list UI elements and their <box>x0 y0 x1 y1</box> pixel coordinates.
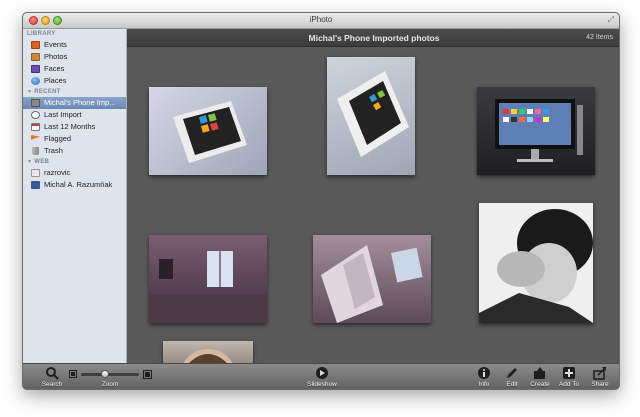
phone-import-icon <box>31 99 40 107</box>
iphoto-window: iPhoto ⤢ LIBRARY Events Photos Faces Pla… <box>22 12 620 390</box>
sidebar-item-label: Faces <box>44 64 65 73</box>
phone-box-image <box>337 71 409 157</box>
places-icon <box>31 77 40 85</box>
sidebar-item-faces[interactable]: Faces <box>23 63 126 75</box>
search-button[interactable]: Search <box>37 366 67 388</box>
play-icon <box>316 367 328 379</box>
sidebar-item-events[interactable]: Events <box>23 39 126 51</box>
album-title: Michal's Phone Imported photos <box>308 33 440 43</box>
sidebar-item-facebook[interactable]: Michal A. Razumňak <box>23 179 126 191</box>
sidebar-item-phone-import[interactable]: Michal's Phone Imp... <box>23 97 126 109</box>
calendar-icon <box>31 123 40 131</box>
search-label: Search <box>41 381 63 388</box>
disclosure-triangle-icon[interactable]: ▼ <box>27 157 32 167</box>
zoom-in-icon[interactable] <box>143 370 152 379</box>
trash-icon <box>32 147 39 155</box>
sidebar-item-last-import[interactable]: Last Import <box>23 109 126 121</box>
zoom-slider[interactable] <box>81 370 139 378</box>
flickr-icon <box>31 169 40 177</box>
info-label: Info <box>478 381 490 388</box>
photo-thumbnail[interactable] <box>163 341 253 363</box>
search-icon <box>46 367 59 380</box>
info-button[interactable]: Info <box>473 366 495 388</box>
clock-icon <box>31 111 40 119</box>
photo-thumbnail[interactable] <box>313 235 431 323</box>
sidebar-item-flickr[interactable]: razrovic <box>23 167 126 179</box>
sidebar-item-label: Michal's Phone Imp... <box>44 98 116 107</box>
add-to-label: Add To <box>558 381 580 388</box>
sidebar-item-last-12-months[interactable]: Last 12 Months <box>23 121 126 133</box>
info-icon <box>478 367 490 379</box>
add-icon <box>563 367 575 379</box>
window-title: iPhoto <box>309 15 333 24</box>
edit-button[interactable]: Edit <box>501 366 523 388</box>
events-icon <box>31 41 40 49</box>
sidebar-item-flagged[interactable]: Flagged <box>23 133 126 145</box>
faces-icon <box>31 65 40 73</box>
photo-thumbnail[interactable] <box>149 235 267 323</box>
photos-icon <box>31 53 40 61</box>
create-label: Create <box>530 381 550 388</box>
sidebar-item-label: Flagged <box>44 134 72 143</box>
section-label: RECENT <box>34 89 61 95</box>
add-to-button[interactable]: Add To <box>555 366 583 388</box>
photo-thumbnail[interactable] <box>327 57 415 175</box>
pencil-icon <box>507 368 517 378</box>
sidebar-section-library[interactable]: LIBRARY <box>23 29 126 39</box>
sidebar-item-label: Photos <box>44 52 68 61</box>
photo-thumbnail[interactable] <box>479 203 593 323</box>
section-label: WEB <box>34 159 50 165</box>
portrait-bw-image <box>479 203 593 323</box>
fullscreen-icon[interactable]: ⤢ <box>608 15 614 25</box>
sidebar-item-photos[interactable]: Photos <box>23 51 126 63</box>
slideshow-label: Slideshow <box>307 381 337 388</box>
sidebar-item-places[interactable]: Places <box>23 75 126 87</box>
photo-thumbnail[interactable] <box>477 87 595 175</box>
room-interior-image <box>149 251 267 323</box>
facebook-icon <box>31 181 40 189</box>
share-icon <box>593 367 606 380</box>
bottom-toolbar: Search Zoom Slideshow Info Edit Create A… <box>23 363 619 389</box>
sidebar: LIBRARY Events Photos Faces Places ▼ RECE… <box>23 29 127 363</box>
sidebar-item-label: Events <box>44 40 67 49</box>
sidebar-section-recent[interactable]: ▼ RECENT <box>23 87 126 97</box>
disclosure-triangle-icon[interactable]: ▼ <box>27 87 32 97</box>
share-button[interactable]: Share <box>587 366 613 388</box>
face-partial-image <box>183 349 233 363</box>
edit-label: Edit <box>506 381 518 388</box>
zoom-label: Zoom <box>101 381 119 388</box>
content-header: Michal's Phone Imported photos 42 Items <box>127 29 619 47</box>
zoom-control[interactable]: Zoom <box>69 366 152 389</box>
zoom-out-icon[interactable] <box>69 370 77 378</box>
item-count: 42 Items <box>586 34 613 41</box>
create-icon <box>534 367 545 379</box>
slideshow-button[interactable]: Slideshow <box>303 366 341 388</box>
sidebar-item-label: razrovic <box>44 168 71 177</box>
room-interior-image <box>321 245 423 323</box>
zoom-slider-thumb[interactable] <box>101 370 109 378</box>
title-bar: iPhoto ⤢ <box>23 13 619 29</box>
sidebar-item-label: Last 12 Months <box>44 122 96 131</box>
photo-thumbnail[interactable] <box>149 87 267 175</box>
sidebar-item-label: Michal A. Razumňak <box>44 180 113 189</box>
sidebar-item-label: Trash <box>44 146 63 155</box>
phone-box-image <box>173 101 247 163</box>
sidebar-item-label: Last Import <box>44 110 82 119</box>
photo-grid <box>127 47 619 363</box>
sidebar-item-trash[interactable]: Trash <box>23 145 126 157</box>
flag-icon <box>31 135 40 140</box>
create-button[interactable]: Create <box>527 366 553 388</box>
sidebar-item-label: Places <box>44 76 67 85</box>
share-label: Share <box>591 381 609 388</box>
computer-monitor-image <box>495 99 583 162</box>
sidebar-section-web[interactable]: ▼ WEB <box>23 157 126 167</box>
